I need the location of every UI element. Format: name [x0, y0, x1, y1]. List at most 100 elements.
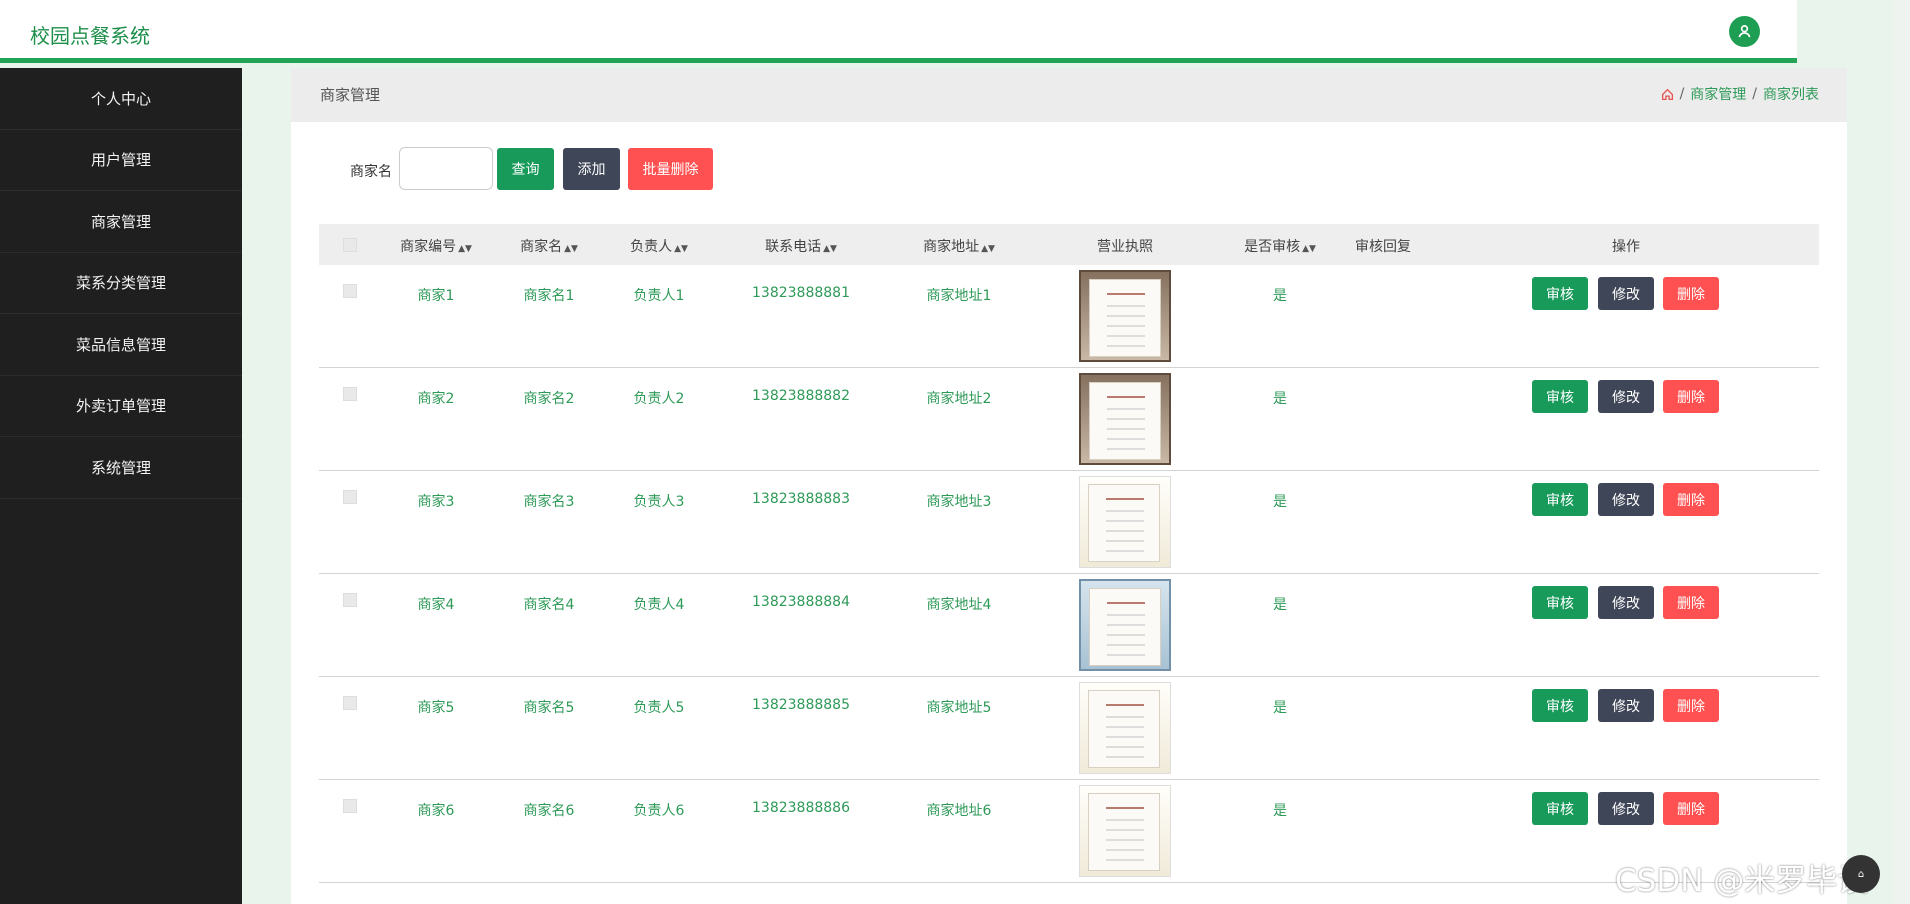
approve-button[interactable]: 审核	[1532, 277, 1588, 310]
user-button[interactable]	[1729, 16, 1760, 47]
breadcrumb-merchant-management[interactable]: 商家管理	[1690, 84, 1746, 104]
phone-cell: 13823888882	[752, 388, 850, 404]
phone-cell: 13823888885	[752, 697, 850, 713]
phone-cell: 13823888883	[752, 491, 850, 507]
table-row	[319, 574, 1819, 677]
merchant-name-cell: 商家名1	[523, 288, 575, 304]
delete-button[interactable]: 删除	[1663, 689, 1719, 722]
delete-button[interactable]: 删除	[1663, 586, 1719, 619]
edit-button[interactable]: 修改	[1598, 689, 1654, 722]
header-audit-status[interactable]: 是否审核 ▲▼	[1244, 236, 1316, 256]
address-cell: 商家地址6	[926, 803, 992, 819]
header-audit-status-label: 是否审核	[1244, 239, 1301, 255]
business-license-image[interactable]	[1079, 579, 1171, 671]
sidebar-item-profile[interactable]: 个人中心	[0, 68, 242, 130]
row-checkbox[interactable]	[343, 387, 357, 401]
scrollbar-track[interactable]	[1893, 0, 1910, 904]
breadcrumb-merchant-list: 商家列表	[1763, 87, 1819, 103]
batch-delete-button[interactable]: 批量删除	[628, 148, 713, 190]
approve-button[interactable]: 审核	[1532, 483, 1588, 516]
owner-cell: 负责人5	[633, 700, 685, 716]
header-merchant-id[interactable]: 商家编号 ▲▼	[400, 236, 472, 256]
business-license-image[interactable]	[1079, 476, 1171, 568]
sidebar-item-users[interactable]: 用户管理	[0, 130, 242, 191]
merchant-name-cell: 商家名4	[523, 597, 575, 613]
header-address[interactable]: 商家地址 ▲▼	[923, 236, 995, 256]
approve-button[interactable]: 审核	[1532, 689, 1588, 722]
header-address-label: 商家地址	[923, 239, 980, 255]
header-phone[interactable]: 联系电话 ▲▼	[765, 236, 837, 256]
sidebar-item-orders[interactable]: 外卖订单管理	[0, 376, 242, 437]
table-row	[319, 677, 1819, 780]
merchant-name-label: 商家名	[350, 164, 392, 180]
business-license-image[interactable]	[1079, 785, 1171, 877]
sort-icon[interactable]: ▲▼	[823, 244, 837, 254]
merchant-id-cell: 商家5	[417, 700, 455, 716]
row-checkbox[interactable]	[343, 593, 357, 607]
approve-button[interactable]: 审核	[1532, 380, 1588, 413]
address-cell: 商家地址1	[926, 288, 992, 304]
business-license-image[interactable]	[1079, 682, 1171, 774]
edit-button[interactable]: 修改	[1598, 483, 1654, 516]
sort-icon[interactable]: ▲▼	[1302, 244, 1316, 254]
home-icon[interactable]	[1661, 88, 1674, 101]
license-document	[1088, 793, 1160, 871]
license-document	[1089, 382, 1161, 460]
license-document	[1088, 484, 1160, 562]
sidebar-item-system[interactable]: 系统管理	[0, 437, 242, 499]
header-owner[interactable]: 负责人 ▲▼	[630, 236, 688, 256]
top-header: 校园点餐系统	[0, 0, 1797, 63]
delete-button[interactable]: 删除	[1663, 277, 1719, 310]
sort-icon[interactable]: ▲▼	[458, 244, 472, 254]
select-all-checkbox[interactable]	[343, 238, 357, 252]
floating-action-icon[interactable]: ⌂	[1842, 855, 1880, 893]
sidebar-item-merchants[interactable]: 商家管理	[0, 191, 242, 253]
approve-button[interactable]: 审核	[1532, 586, 1588, 619]
business-license-image[interactable]	[1079, 270, 1171, 362]
edit-button[interactable]: 修改	[1598, 380, 1654, 413]
sort-icon[interactable]: ▲▼	[981, 244, 995, 254]
audit-status-cell: 是	[1273, 494, 1287, 510]
edit-button[interactable]: 修改	[1598, 792, 1654, 825]
table-row	[319, 265, 1819, 368]
merchant-id-cell: 商家6	[417, 803, 455, 819]
merchant-name-cell: 商家名2	[523, 391, 575, 407]
phone-cell: 13823888884	[752, 594, 850, 610]
approve-button[interactable]: 审核	[1532, 792, 1588, 825]
row-checkbox[interactable]	[343, 284, 357, 298]
audit-status-cell: 是	[1273, 288, 1287, 304]
user-icon	[1738, 25, 1751, 38]
merchant-id-cell: 商家2	[417, 391, 455, 407]
merchant-id-cell: 商家1	[417, 288, 455, 304]
header-merchant-name[interactable]: 商家名 ▲▼	[520, 236, 578, 256]
delete-button[interactable]: 删除	[1663, 792, 1719, 825]
edit-button[interactable]: 修改	[1598, 277, 1654, 310]
sort-icon[interactable]: ▲▼	[674, 244, 688, 254]
row-checkbox[interactable]	[343, 799, 357, 813]
sidebar: 个人中心 用户管理 商家管理 菜系分类管理 菜品信息管理 外卖订单管理 系统管理	[0, 68, 242, 904]
sidebar-item-cuisine-categories[interactable]: 菜系分类管理	[0, 253, 242, 314]
edit-button[interactable]: 修改	[1598, 586, 1654, 619]
merchant-name-cell: 商家名3	[523, 494, 575, 510]
row-checkbox[interactable]	[343, 490, 357, 504]
merchant-name-input[interactable]	[399, 147, 493, 190]
header-merchant-name-label: 商家名	[520, 239, 563, 255]
breadcrumb: / 商家管理 / 商家列表	[1661, 84, 1819, 104]
merchant-id-cell: 商家3	[417, 494, 455, 510]
sidebar-item-dishes[interactable]: 菜品信息管理	[0, 314, 242, 376]
delete-button[interactable]: 删除	[1663, 380, 1719, 413]
query-button[interactable]: 查询	[497, 148, 554, 190]
table-row	[319, 780, 1819, 883]
delete-button[interactable]: 删除	[1663, 483, 1719, 516]
business-license-image[interactable]	[1079, 373, 1171, 465]
header-license: 营业执照	[1097, 239, 1153, 255]
row-checkbox[interactable]	[343, 696, 357, 710]
add-button[interactable]: 添加	[563, 148, 620, 190]
watermark: CSDN @米罗毕设	[1615, 863, 1869, 899]
header-audit-reply: 审核回复	[1355, 239, 1411, 255]
sort-icon[interactable]: ▲▼	[564, 244, 578, 254]
audit-status-cell: 是	[1273, 391, 1287, 407]
owner-cell: 负责人1	[633, 288, 685, 304]
address-cell: 商家地址4	[926, 597, 992, 613]
license-document	[1089, 279, 1161, 357]
